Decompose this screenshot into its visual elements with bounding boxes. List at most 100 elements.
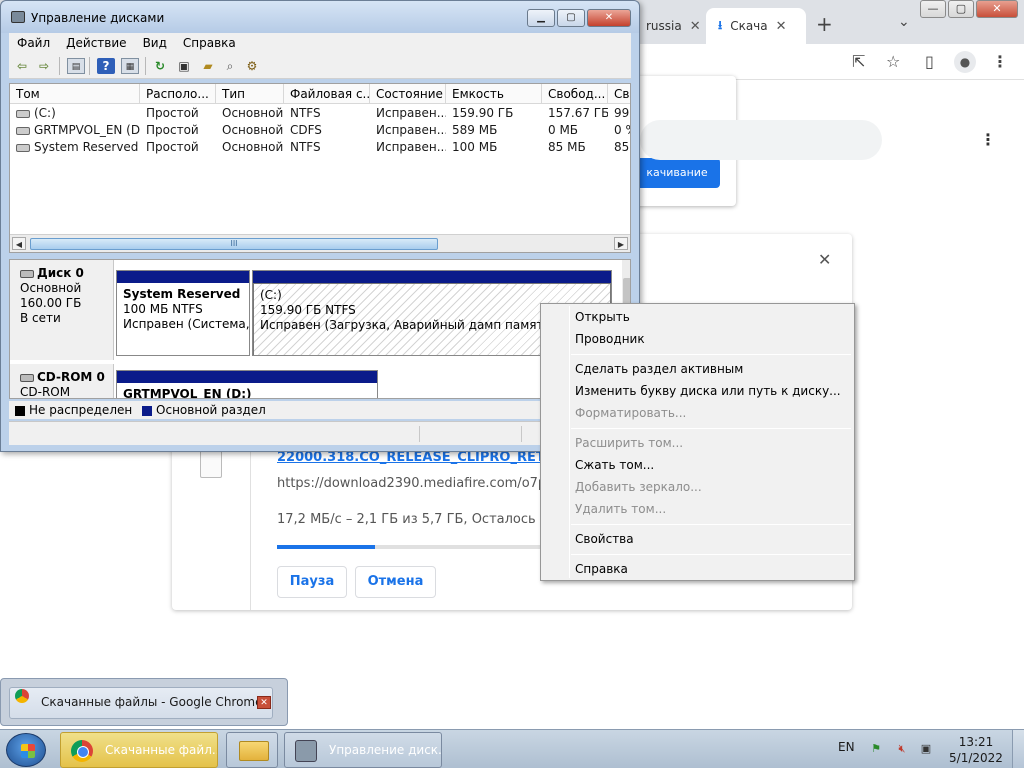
menu-icon[interactable]: ⋮ (992, 52, 1008, 71)
menu-item-properties[interactable]: Свойства (575, 529, 845, 549)
start-button[interactable] (6, 733, 46, 767)
downloads-button[interactable]: качивание (634, 158, 720, 188)
download-progress-fill (277, 545, 376, 549)
minimize-button[interactable]: — (920, 0, 946, 18)
forward-arrow-icon[interactable]: ⇨ (35, 58, 53, 74)
menu-action[interactable]: Действие (58, 36, 134, 50)
preview-title: Скачанные файлы - Google Chrome (41, 695, 263, 709)
show-desktop-button[interactable] (1012, 730, 1024, 768)
sidepanel-icon[interactable]: ▯ (925, 52, 934, 71)
disk-name: CD-ROM 0 (37, 370, 105, 384)
column-header-percent-free[interactable]: Сво (608, 84, 630, 104)
more-options-icon[interactable]: ⋮ (980, 130, 996, 149)
language-indicator[interactable]: EN (838, 740, 855, 754)
volume-icon (16, 143, 30, 152)
column-header-capacity[interactable]: Емкость (446, 84, 542, 104)
clock[interactable]: 13:21 5/1/2022 (944, 734, 1008, 766)
taskbar-button-chrome[interactable]: Скачанные файл... (60, 732, 218, 768)
column-header-status[interactable]: Состояние (370, 84, 446, 104)
windows-logo-icon (21, 744, 35, 758)
close-window-button[interactable]: ✕ (976, 0, 1018, 18)
downloads-search-input[interactable] (640, 120, 882, 160)
minimize-button[interactable]: ▁ (527, 9, 555, 27)
share-icon[interactable]: ⇱ (852, 52, 865, 71)
taskbar-button-explorer[interactable] (226, 732, 278, 768)
disk-0-info[interactable]: Диск 0 Основной 160.00 ГБ В сети (10, 260, 114, 360)
close-icon[interactable]: ✕ (690, 19, 701, 34)
table-row[interactable]: System Reserved Простой Основной NTFS Ис… (10, 139, 630, 156)
table-row[interactable]: (C:) Простой Основной NTFS Исправен... 1… (10, 105, 630, 122)
menu-item-explorer[interactable]: Проводник (575, 329, 845, 349)
disk-type: Основной (20, 281, 82, 295)
download-url[interactable]: https://download2390.mediafire.com/o7p3l… (277, 476, 542, 491)
menu-separator (571, 554, 851, 555)
volume-cell: GRTMPVOL_EN (D:) (10, 122, 140, 139)
column-header-type[interactable]: Тип (216, 84, 284, 104)
back-arrow-icon[interactable]: ⇦ (13, 58, 31, 74)
menu-view[interactable]: Вид (135, 36, 175, 50)
download-icon: ⭳ (718, 17, 723, 32)
tab-label: russia (646, 19, 682, 33)
tab-russia[interactable]: russia ✕ (636, 8, 708, 44)
details-view-icon[interactable]: ▦ (121, 58, 139, 74)
pause-button[interactable]: Пауза (277, 566, 347, 598)
network-icon[interactable]: ▣ (918, 742, 934, 756)
menu-gutter (569, 306, 570, 578)
column-header-layout[interactable]: Располо... (140, 84, 216, 104)
disk-status: В сети (20, 311, 61, 325)
horizontal-scrollbar[interactable]: ◀ III ▶ (10, 234, 630, 252)
column-header-filesystem[interactable]: Файловая с... (284, 84, 370, 104)
properties-icon[interactable]: ▣ (175, 58, 193, 74)
taskbar-thumbnail-preview[interactable]: Скачанные файлы - Google Chrome ✕ (0, 678, 288, 726)
scrollbar-thumb[interactable]: III (30, 238, 438, 250)
title-bar[interactable]: Управление дисками ▁ ▢ ✕ (1, 1, 639, 33)
open-folder-icon[interactable]: ▰ (199, 58, 217, 74)
close-icon[interactable]: ✕ (776, 19, 787, 34)
close-icon[interactable]: ✕ (257, 696, 271, 709)
console-tree-icon[interactable]: ▤ (67, 58, 85, 74)
filesystem-cell: NTFS (290, 140, 321, 154)
disk-icon (20, 269, 34, 278)
new-tab-button[interactable]: + (816, 12, 833, 36)
menu-item-mark-active[interactable]: Сделать раздел активным (575, 359, 845, 379)
menu-item-help[interactable]: Справка (575, 559, 845, 579)
volume-muted-icon[interactable]: 🔇︎ (894, 742, 910, 756)
remove-download-icon[interactable]: ✕ (818, 250, 831, 269)
partition-d[interactable]: GRTMPVOL_EN (D:) (116, 370, 378, 398)
menu-file[interactable]: Файл (9, 36, 58, 50)
cancel-button[interactable]: Отмена (355, 566, 436, 598)
menu-help[interactable]: Справка (175, 36, 244, 50)
column-header-free-space[interactable]: Свобод... (542, 84, 608, 104)
refresh-icon[interactable]: ↻ (151, 58, 169, 74)
download-filename-link[interactable]: 22000.318.CO_RELEASE_CLIPRO_RET_X64FRE (277, 450, 542, 465)
menu-item-open[interactable]: Открыть (575, 307, 845, 327)
partition-system-reserved[interactable]: System Reserved 100 МБ NTFS Исправен (Си… (116, 270, 250, 356)
maximize-button[interactable]: ▢ (557, 9, 585, 27)
table-row[interactable]: GRTMPVOL_EN (D:) Простой Основной CDFS И… (10, 122, 630, 139)
scroll-left-icon[interactable]: ◀ (12, 237, 26, 250)
close-button[interactable]: ✕ (587, 9, 631, 27)
toolbar: ⇦ ⇨ ▤ ? ▦ ↻ ▣ ▰ ⌕ ⚙ (9, 53, 631, 79)
menu-item-change-drive-letter[interactable]: Изменить букву диска или путь к диску... (575, 381, 845, 401)
disk-size: 160.00 ГБ (20, 296, 82, 310)
search-icon[interactable]: ⌕ (221, 58, 239, 74)
cdrom-0-info[interactable]: CD-ROM 0 CD-ROM (10, 364, 114, 398)
profile-icon[interactable]: ● (954, 51, 976, 73)
tab-search-button[interactable]: ⌄ (898, 14, 910, 30)
taskbar: Скачанные файл... Управление диск... EN … (0, 729, 1024, 768)
column-header-volume[interactable]: Том (10, 84, 140, 104)
star-icon[interactable]: ☆ (886, 52, 900, 71)
menu-item-shrink-volume[interactable]: Сжать том... (575, 455, 845, 475)
volume-name: (C:) (34, 106, 56, 120)
help-icon[interactable]: ? (97, 58, 115, 74)
taskbar-button-disk-management[interactable]: Управление диск... (284, 732, 442, 768)
partition-body: GRTMPVOL_EN (D:) (117, 383, 377, 398)
disk-settings-icon[interactable]: ⚙ (243, 58, 261, 74)
maximize-button[interactable]: ▢ (948, 0, 974, 18)
action-center-icon[interactable]: ⚑ (868, 742, 884, 756)
scroll-right-icon[interactable]: ▶ (614, 237, 628, 250)
taskbar-button-label: Скачанные файл... (105, 743, 218, 757)
toolbar-separator (89, 57, 90, 75)
tab-downloads[interactable]: ⭳ Скача ✕ (706, 8, 806, 44)
chrome-icon (15, 689, 29, 703)
